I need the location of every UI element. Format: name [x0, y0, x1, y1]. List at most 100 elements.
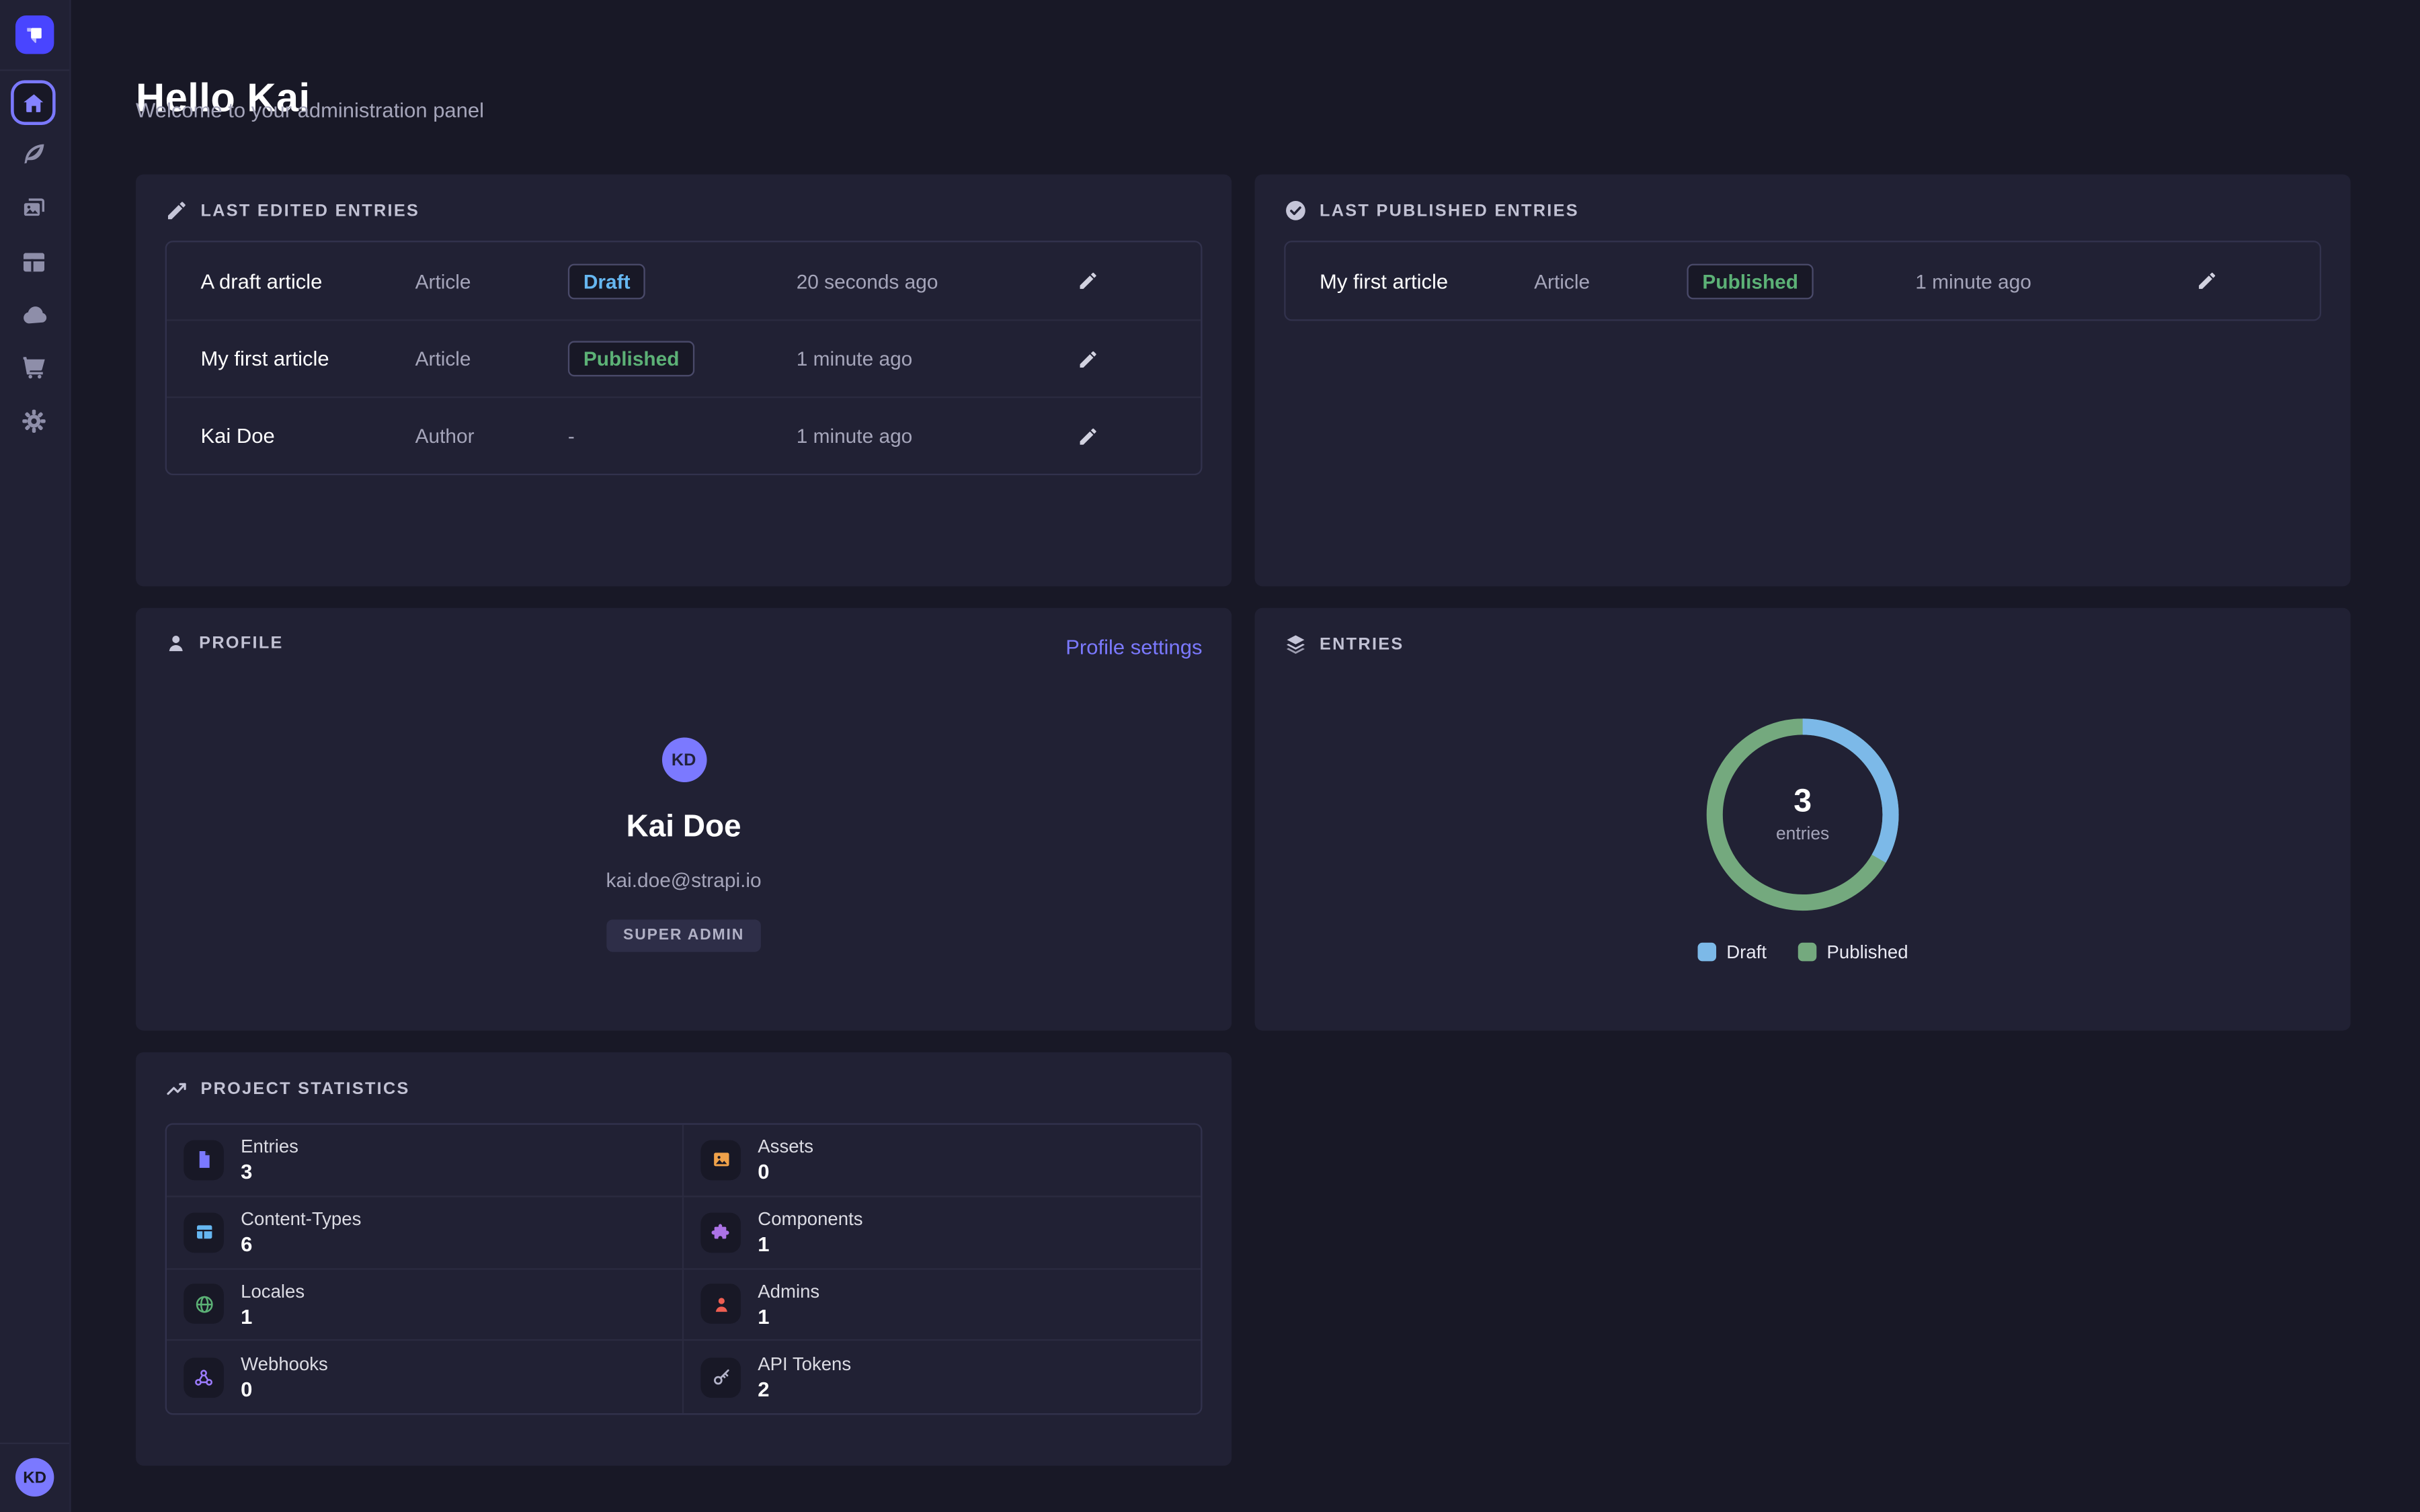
- status-badge: Published: [1687, 263, 1814, 298]
- entry-type: Article: [1534, 269, 1687, 292]
- sidebar-item-content-manager[interactable]: [15, 136, 52, 173]
- entry-updated-time: 20 seconds ago: [797, 269, 1031, 292]
- logo-zone: [0, 0, 69, 71]
- home-icon: [21, 90, 46, 115]
- stat-content-types: Content-Types 6: [167, 1197, 684, 1269]
- entry-type: Article: [415, 269, 568, 292]
- image-icon: [700, 1140, 741, 1180]
- entry-type: Article: [415, 347, 568, 370]
- puzzle-icon: [700, 1212, 741, 1253]
- main-content: Hello Kai Welcome to your administration…: [69, 0, 2420, 1512]
- entry-name: My first article: [200, 347, 415, 370]
- webhook-icon: [184, 1357, 224, 1398]
- table-row[interactable]: My first article Article Published 1 min…: [167, 319, 1201, 396]
- page-subtitle: Welcome to your administration panel: [136, 99, 484, 122]
- stat-label: API Tokens: [758, 1353, 851, 1375]
- layout-icon: [20, 249, 48, 276]
- avatar: KD: [661, 737, 707, 782]
- cart-icon: [20, 353, 48, 381]
- statistics-grid: Entries 3 Assets 0: [165, 1123, 1203, 1415]
- panel-title: PROJECT STATISTICS: [200, 1079, 409, 1098]
- stat-api-tokens: API Tokens 2: [684, 1341, 1201, 1413]
- sidebar-item-media-library[interactable]: [15, 190, 52, 226]
- panel-title: LAST PUBLISHED ENTRIES: [1320, 202, 1579, 220]
- entry-name: My first article: [1320, 269, 1534, 292]
- media-library-icon: [20, 194, 48, 222]
- stat-value: 1: [241, 1305, 305, 1328]
- legend-item-published: Published: [1798, 941, 1908, 963]
- profile-settings-link[interactable]: Profile settings: [1065, 636, 1202, 659]
- last-published-table: My first article Article Published 1 min…: [1284, 241, 2321, 321]
- entry-name: A draft article: [200, 269, 415, 292]
- pencil-icon: [1078, 425, 1099, 447]
- stat-entries: Entries 3: [167, 1125, 684, 1197]
- person-icon: [165, 632, 187, 654]
- sidebar-item-deploy[interactable]: [15, 296, 52, 333]
- last-published-entries-panel: LAST PUBLISHED ENTRIES My first article …: [1255, 174, 2351, 586]
- edit-entry-button[interactable]: [2196, 270, 2218, 292]
- sidebar-user-avatar[interactable]: KD: [15, 1458, 54, 1497]
- status-badge: Published: [568, 341, 695, 376]
- sidebar-item-marketplace[interactable]: [15, 349, 52, 386]
- entry-updated-time: 1 minute ago: [797, 424, 1031, 447]
- last-edited-table: A draft article Article Draft 20 seconds…: [165, 241, 1203, 475]
- legend-label: Draft: [1726, 941, 1767, 963]
- entry-updated-time: 1 minute ago: [1915, 269, 2150, 292]
- published-swatch: [1798, 943, 1816, 962]
- stat-label: Webhooks: [241, 1353, 328, 1375]
- feather-icon: [20, 140, 48, 168]
- project-statistics-panel: PROJECT STATISTICS Entries 3: [136, 1052, 1232, 1466]
- table-row[interactable]: Kai Doe Author - 1 minute ago: [167, 396, 1201, 474]
- stat-locales: Locales 1: [167, 1269, 684, 1341]
- legend-item-draft: Draft: [1697, 941, 1767, 963]
- entry-name: Kai Doe: [200, 424, 415, 447]
- file-icon: [184, 1140, 224, 1180]
- status-badge: -: [568, 423, 575, 446]
- legend-label: Published: [1827, 941, 1908, 963]
- layout-icon: [184, 1212, 224, 1253]
- stat-value: 1: [758, 1305, 819, 1328]
- stat-label: Content-Types: [241, 1208, 361, 1230]
- stat-label: Admins: [758, 1280, 819, 1302]
- profile-name: Kai Doe: [627, 810, 741, 845]
- pencil-icon: [165, 199, 188, 222]
- stat-value: 0: [758, 1161, 813, 1183]
- draft-swatch: [1697, 943, 1716, 962]
- entry-type: Author: [415, 424, 568, 447]
- sidebar-item-content-type-builder[interactable]: [15, 244, 52, 281]
- trend-up-icon: [165, 1077, 188, 1100]
- stat-label: Entries: [241, 1136, 298, 1158]
- stat-label: Locales: [241, 1280, 305, 1302]
- edit-entry-button[interactable]: [1078, 348, 1099, 370]
- sidebar-item-home[interactable]: [11, 80, 56, 125]
- strapi-logo-icon: [22, 22, 48, 48]
- profile-card: KD Kai Doe kai.doe@strapi.io SUPER ADMIN: [136, 737, 1232, 952]
- sidebar-divider: [0, 1443, 69, 1444]
- table-row[interactable]: A draft article Article Draft 20 seconds…: [167, 242, 1201, 319]
- entry-updated-time: 1 minute ago: [797, 347, 1031, 370]
- globe-icon: [184, 1284, 224, 1325]
- table-row[interactable]: My first article Article Published 1 min…: [1286, 242, 2320, 319]
- sidebar-item-settings[interactable]: [15, 403, 52, 439]
- edit-entry-button[interactable]: [1078, 425, 1099, 447]
- status-badge: Draft: [568, 263, 646, 298]
- key-icon: [700, 1357, 741, 1398]
- stat-value: 1: [758, 1233, 862, 1256]
- entries-panel: ENTRIES 3 entries Draft: [1255, 608, 2351, 1031]
- sidebar: KD: [0, 0, 71, 1512]
- user-icon: [700, 1284, 741, 1325]
- stat-value: 2: [758, 1378, 851, 1401]
- stat-webhooks: Webhooks 0: [167, 1341, 684, 1413]
- stat-label: Components: [758, 1208, 862, 1230]
- cloud-icon: [19, 300, 49, 330]
- entries-donut-chart: 3 entries: [1702, 714, 1902, 915]
- pencil-icon: [1078, 348, 1099, 370]
- pencil-icon: [2196, 270, 2218, 292]
- edit-entry-button[interactable]: [1078, 270, 1099, 292]
- strapi-admin-dashboard: KD Hello Kai Welcome to your administrat…: [0, 0, 2420, 1512]
- last-edited-entries-panel: LAST EDITED ENTRIES A draft article Arti…: [136, 174, 1232, 586]
- strapi-logo[interactable]: [15, 15, 54, 54]
- stat-admins: Admins 1: [684, 1269, 1201, 1341]
- gear-icon: [20, 407, 48, 435]
- role-badge: SUPER ADMIN: [606, 919, 762, 952]
